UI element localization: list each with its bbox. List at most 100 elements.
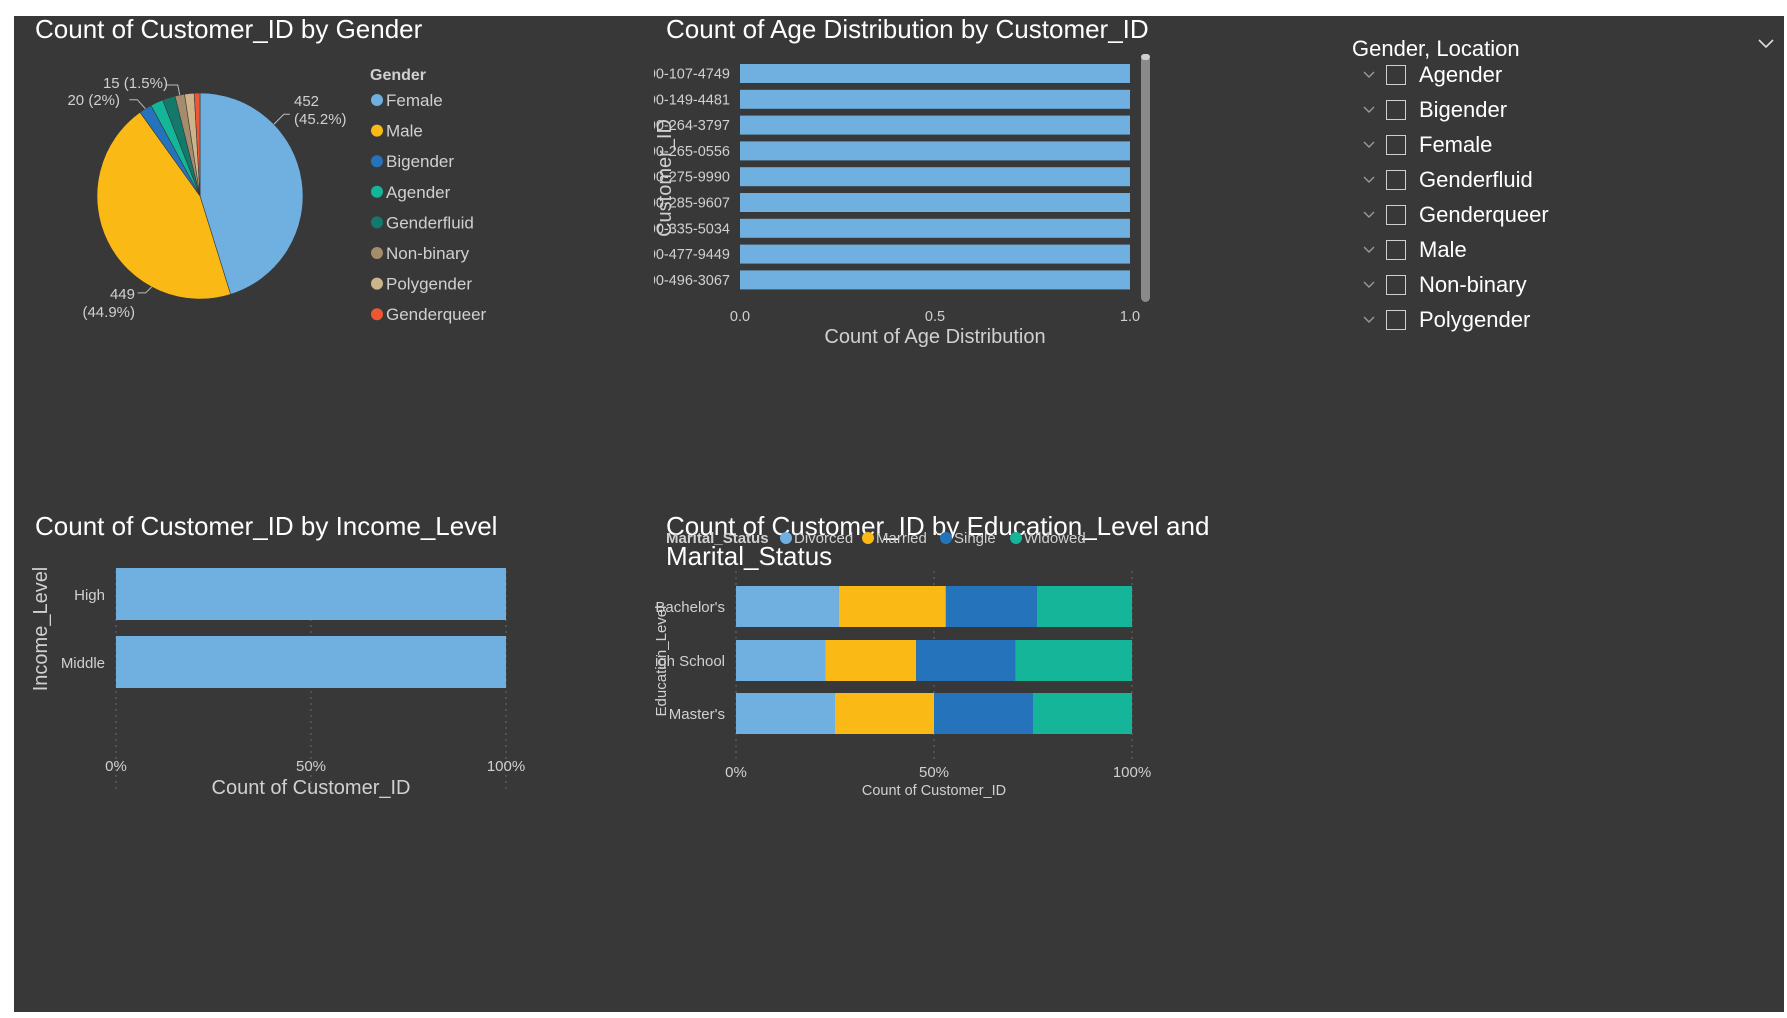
- chevron-down-icon[interactable]: [1754, 32, 1778, 56]
- slicer-item-polygender[interactable]: Polygender: [1354, 302, 1714, 338]
- education-bar-segment-divorced[interactable]: [736, 586, 839, 627]
- pie-data-label-nonbinary: 15 (1.5%): [103, 75, 168, 92]
- slicer-item-female[interactable]: Female: [1354, 127, 1714, 163]
- leader-line-female: [273, 113, 290, 125]
- legend-label-married: Married: [876, 530, 927, 547]
- legend-marker-genderfluid: [371, 216, 383, 229]
- education-x-tick: 100%: [1113, 764, 1151, 781]
- slicer-item-agender[interactable]: Agender: [1354, 57, 1714, 93]
- age-x-axis-label: Count of Age Distribution: [824, 326, 1045, 348]
- slicer-checkbox[interactable]: [1386, 65, 1406, 85]
- legend-label-non-binary: Non-binary: [386, 244, 470, 263]
- slicer-checkbox[interactable]: [1386, 240, 1406, 260]
- slicer-item-male[interactable]: Male: [1354, 232, 1714, 268]
- age-bar[interactable]: [740, 193, 1130, 212]
- age-category-label: 00-496-3067: [654, 273, 730, 289]
- age-y-axis-label: Customer_ID: [654, 119, 676, 237]
- gender-pie-panel[interactable]: Count of Customer_ID by Gender 452 (45.2%…: [14, 14, 644, 436]
- legend-label-female: Female: [386, 91, 443, 110]
- education-x-tick: 0%: [725, 764, 747, 781]
- legend-label-bigender: Bigender: [386, 152, 454, 171]
- education-bar-segment-divorced[interactable]: [736, 693, 835, 734]
- education-bar-segment-divorced[interactable]: [736, 640, 826, 681]
- education-bar-segment-single[interactable]: [916, 640, 1016, 681]
- slicer-item-non-binary[interactable]: Non-binary: [1354, 267, 1714, 303]
- legend-marker-non-binary: [371, 247, 383, 259]
- slicer-item-label: Bigender: [1419, 97, 1508, 122]
- education-y-axis-label: Education_Level: [654, 606, 670, 717]
- legend-marker-widowed: [1010, 532, 1022, 544]
- education-bar-chart[interactable]: Marital_Status Divorced Married Single Widow…: [654, 511, 1324, 931]
- legend-label-single: Single: [954, 530, 996, 547]
- age-bar[interactable]: [740, 218, 1130, 238]
- education-bar-panel[interactable]: Count of Customer_ID by Education_Level …: [654, 511, 1324, 931]
- slicer-checkbox[interactable]: [1386, 205, 1406, 225]
- legend-marker-bigender: [371, 155, 383, 168]
- slicer-item-label: Agender: [1419, 62, 1503, 87]
- income-bar-panel[interactable]: Count of Customer_ID by Income_Level 0% 5…: [14, 511, 644, 931]
- slicer-item-label: Genderfluid: [1419, 167, 1533, 192]
- pie-data-label-female: 452: [294, 93, 319, 110]
- slicer-item-genderqueer[interactable]: Genderqueer: [1354, 197, 1714, 233]
- gender-pie-chart[interactable]: 452(45.2%) 449(44.9%) 20 (2%)15 (1.5%) Gend…: [14, 16, 644, 436]
- education-bar-segment-widowed[interactable]: [1033, 693, 1132, 734]
- education-x-axis-label: Count of Customer_ID: [862, 783, 1006, 799]
- slicer-checkbox[interactable]: [1386, 170, 1406, 190]
- slicer-item-genderfluid[interactable]: Genderfluid: [1354, 162, 1714, 198]
- scrollbar[interactable]: [1141, 56, 1150, 302]
- education-bar-segment-married[interactable]: [835, 693, 934, 734]
- legend-label-divorced: Divorced: [794, 530, 853, 547]
- pie-data-label-male: 449: [110, 286, 135, 303]
- chevron-down-icon[interactable]: [1354, 302, 1384, 338]
- report-canvas: Count of Customer_ID by Gender 452 (45.2%…: [14, 14, 1784, 1012]
- slicer-item-bigender[interactable]: Bigender: [1354, 92, 1714, 128]
- age-bar[interactable]: [740, 141, 1130, 161]
- chevron-down-icon[interactable]: [1354, 162, 1384, 198]
- income-bar-chart[interactable]: 0% 50% 100% High Middle Count of Customer_ID I…: [14, 511, 644, 931]
- age-bar[interactable]: [740, 167, 1130, 187]
- age-bar[interactable]: [740, 244, 1130, 264]
- education-legend-title: Marital_Status: [666, 530, 769, 547]
- income-bar[interactable]: [116, 568, 506, 620]
- age-bar[interactable]: [740, 89, 1130, 109]
- education-bar-segment-widowed[interactable]: [1036, 586, 1132, 627]
- age-bar[interactable]: [740, 270, 1130, 290]
- legend-label-polygender: Polygender: [386, 275, 472, 294]
- legend-marker-polygender: [371, 277, 383, 290]
- legend-label-widowed: Widowed: [1024, 530, 1086, 547]
- age-x-tick: 0.0: [730, 309, 750, 325]
- education-bar-segment-widowed[interactable]: [1015, 640, 1132, 681]
- slicer-checkbox[interactable]: [1386, 310, 1406, 330]
- legend-label-genderqueer: Genderqueer: [386, 305, 487, 324]
- chevron-down-icon[interactable]: [1354, 127, 1384, 163]
- leader-line-bigender: [129, 99, 146, 110]
- chevron-down-icon[interactable]: [1354, 92, 1384, 128]
- age-bar[interactable]: [740, 115, 1130, 135]
- legend-marker-female: [371, 94, 383, 106]
- slicer-item-label: Male: [1419, 237, 1467, 262]
- education-bar-segment-single[interactable]: [945, 586, 1037, 627]
- age-bar[interactable]: [740, 64, 1130, 83]
- education-bar-segment-married[interactable]: [825, 640, 917, 681]
- education-category-label: Master's: [669, 706, 725, 723]
- slicer-checkbox[interactable]: [1386, 275, 1406, 295]
- education-bar-segment-married[interactable]: [838, 586, 946, 627]
- legend-label-agender: Agender: [386, 183, 451, 202]
- legend-marker-divorced: [780, 532, 792, 544]
- pie-legend-title: Gender: [370, 67, 426, 84]
- age-bar-panel[interactable]: Count of Age Distribution by Customer_ID…: [654, 14, 1324, 436]
- age-bar-chart[interactable]: 00-107-474900-149-448100-264-379700-265-…: [654, 16, 1324, 436]
- education-bar-segment-single[interactable]: [934, 693, 1033, 734]
- age-category-label: 00-107-4749: [654, 67, 730, 83]
- chevron-down-icon[interactable]: [1354, 232, 1384, 268]
- legend-marker-genderqueer: [371, 308, 383, 321]
- age-x-tick: 1.0: [1120, 309, 1140, 325]
- chevron-down-icon[interactable]: [1354, 197, 1384, 233]
- slicer-checkbox[interactable]: [1386, 135, 1406, 155]
- income-bar[interactable]: [116, 636, 506, 688]
- chevron-down-icon[interactable]: [1354, 57, 1384, 93]
- slicer-checkbox[interactable]: [1386, 100, 1406, 120]
- legend-label-male: Male: [386, 122, 423, 141]
- legend-marker-single: [940, 532, 952, 544]
- chevron-down-icon[interactable]: [1354, 267, 1384, 303]
